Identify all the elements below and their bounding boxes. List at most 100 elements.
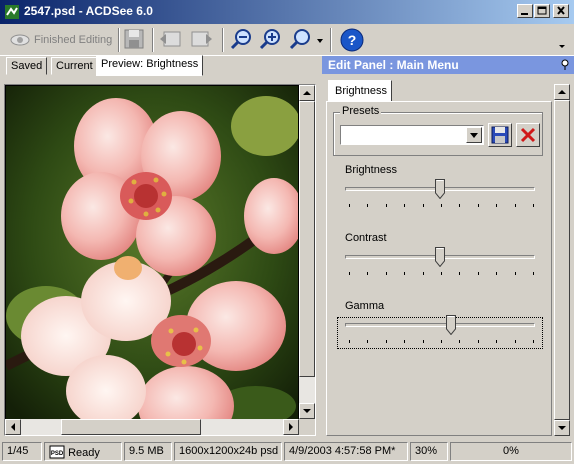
slider-tick	[422, 272, 424, 275]
previous-image-icon	[160, 31, 181, 47]
image-preview[interactable]	[4, 84, 316, 436]
next-image-button[interactable]	[190, 27, 214, 53]
slider-tick	[514, 204, 516, 207]
toolbar: Finished Editing ?	[0, 24, 574, 56]
arrow-up-icon	[303, 91, 311, 95]
horizontal-scroll-thumb[interactable]	[61, 419, 201, 435]
contrast-slider-thumb[interactable]	[435, 247, 445, 267]
brightness-slider-thumb[interactable]	[435, 179, 445, 199]
panel-scroll-up-button[interactable]	[554, 84, 570, 100]
zoom-dropdown-icon	[289, 29, 323, 50]
slider-tick	[496, 340, 498, 343]
acdsee-app-icon[interactable]	[4, 4, 20, 20]
slider-tick	[441, 340, 442, 343]
finished-editing-button[interactable]: Finished Editing	[8, 27, 118, 53]
presets-dropdown-arrow[interactable]	[466, 127, 482, 143]
gamma-slider-thumb[interactable]	[446, 315, 457, 335]
chevron-down-icon	[559, 45, 565, 48]
slider-tick	[385, 272, 387, 275]
tab-current[interactable]: Current	[51, 57, 98, 75]
image-horizontal-scrollbar[interactable]	[5, 419, 299, 435]
presets-label: Presets	[340, 105, 382, 117]
maximize-button[interactable]	[534, 4, 550, 18]
slider-tick	[459, 340, 461, 343]
scroll-down-button[interactable]	[299, 403, 315, 419]
presets-dropdown[interactable]	[340, 125, 484, 145]
tab-saved[interactable]: Saved	[6, 57, 48, 75]
slider-tick	[349, 340, 350, 343]
slider-tick	[459, 272, 461, 275]
previous-image-button[interactable]	[158, 27, 182, 53]
slider-tick	[477, 204, 479, 207]
edit-panel: Edit Panel : Main Menu Brightness Preset…	[322, 56, 574, 438]
slider-tick	[533, 272, 534, 275]
image-vertical-scrollbar[interactable]	[299, 85, 315, 419]
panel-vertical-scrollbar[interactable]	[554, 84, 570, 436]
slider-tick	[533, 204, 534, 207]
zoom-out-button[interactable]	[230, 27, 254, 53]
gamma-label: Gamma	[345, 300, 385, 312]
slider-tick	[367, 272, 369, 275]
scroll-up-button[interactable]	[299, 85, 315, 101]
contrast-ticks	[349, 272, 535, 276]
window-title: 2547.psd - ACDSee 6.0	[24, 4, 153, 18]
next-image-icon	[191, 31, 212, 47]
chevron-down-icon	[470, 133, 478, 138]
status-file-size: 9.5 MB	[124, 442, 172, 461]
zoom-in-button[interactable]	[259, 27, 283, 53]
brightness-controls: Presets Brightness Contrast Gamma	[326, 101, 552, 436]
arrow-down-icon	[303, 409, 311, 413]
psd-file-icon: PSD	[49, 445, 65, 459]
floppy-disk-icon	[491, 126, 509, 144]
slider-tick	[459, 204, 461, 207]
slider-tick	[404, 340, 406, 343]
finished-editing-label: Finished Editing	[34, 34, 113, 46]
panel-tab-brightness[interactable]: Brightness	[328, 80, 392, 102]
status-state-cell: PSD Ready	[44, 442, 122, 461]
slider-tick	[441, 272, 442, 275]
zoom-in-icon	[259, 29, 280, 50]
panel-scroll-thumb[interactable]	[554, 100, 570, 420]
flower-photo	[6, 86, 298, 420]
scroll-corner	[299, 419, 315, 435]
help-button[interactable]: ?	[339, 27, 365, 53]
arrow-right-icon	[289, 423, 293, 431]
gamma-focus-outline	[337, 317, 543, 349]
slider-tick	[477, 340, 479, 343]
brightness-label: Brightness	[345, 164, 397, 176]
slider-tick	[477, 272, 479, 275]
status-date: 4/9/2003 4:57:58 PM*	[284, 442, 408, 461]
zoom-menu-button[interactable]	[289, 27, 325, 53]
delete-x-icon	[520, 127, 536, 143]
tab-preview-brightness[interactable]: Preview: Brightness	[96, 55, 204, 76]
gamma-slider-track[interactable]	[345, 323, 535, 327]
arrow-down-icon	[558, 426, 566, 430]
slider-tick	[422, 204, 424, 207]
presets-group: Presets	[333, 105, 543, 156]
save-preset-button[interactable]	[488, 123, 512, 147]
delete-preset-button[interactable]	[516, 123, 540, 147]
scroll-left-button[interactable]	[5, 419, 21, 435]
close-button[interactable]	[553, 4, 569, 18]
edit-panel-title: Edit Panel : Main Menu	[328, 58, 459, 72]
slider-tick	[385, 204, 387, 207]
vertical-scroll-thumb[interactable]	[299, 101, 315, 377]
toolbar-overflow-button[interactable]	[556, 27, 568, 53]
slider-tick	[496, 204, 498, 207]
zoom-out-icon	[230, 29, 251, 50]
minimize-button[interactable]	[517, 4, 533, 18]
save-button[interactable]	[122, 27, 146, 53]
status-bar: 1/45 PSD Ready 9.5 MB 1600x1200x24b psd …	[0, 439, 574, 464]
slider-tick	[349, 204, 350, 207]
panel-scroll-down-button[interactable]	[554, 420, 570, 436]
help-icon: ?	[340, 28, 364, 52]
pin-icon[interactable]	[559, 58, 571, 70]
edit-panel-header: Edit Panel : Main Menu	[322, 56, 574, 74]
arrow-up-icon	[558, 90, 566, 94]
slider-tick	[496, 272, 498, 275]
slider-tick	[404, 272, 406, 275]
status-position: 1/45	[2, 442, 42, 461]
scroll-right-button[interactable]	[283, 419, 299, 435]
slider-tick	[385, 340, 387, 343]
status-progress: 0%	[450, 442, 572, 461]
